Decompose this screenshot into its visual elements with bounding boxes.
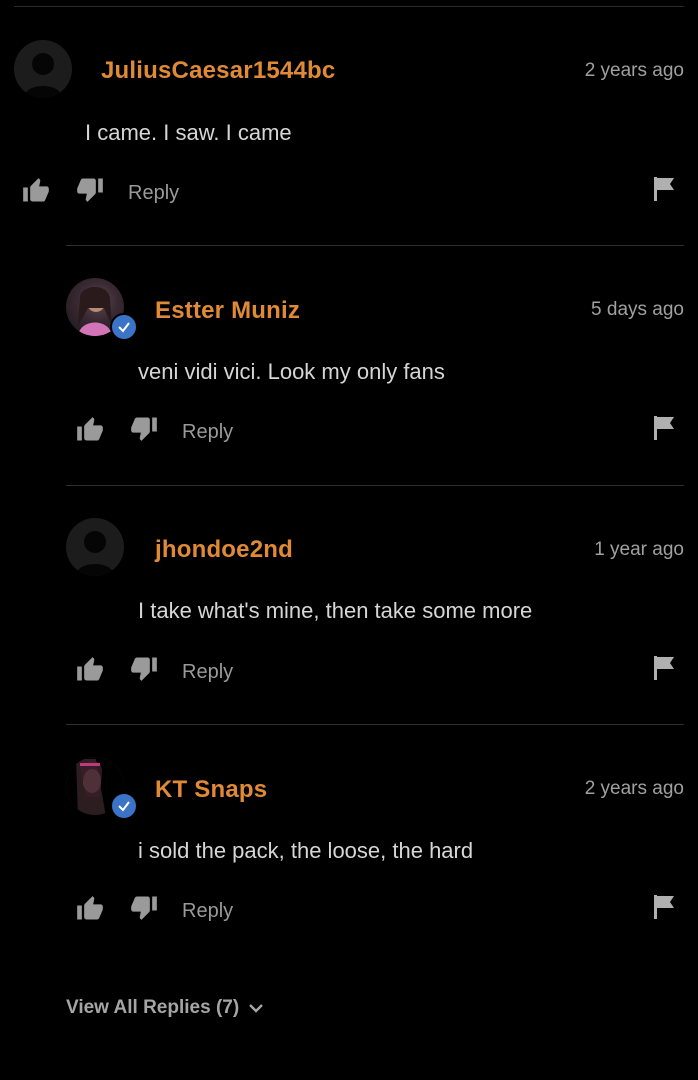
comment-text: I take what's mine, then take some more (138, 598, 533, 623)
comment-timestamp: 2 years ago (584, 60, 684, 81)
verified-check-icon (110, 792, 138, 820)
comment-username[interactable]: JuliusCaesar1544bc (101, 57, 335, 85)
verified-check-icon (110, 313, 138, 341)
view-all-replies-button[interactable]: View All Replies (7) (66, 997, 264, 1019)
comment-text: I came. I saw. I came (85, 120, 292, 145)
flag-icon[interactable] (652, 176, 676, 202)
flag-icon[interactable] (652, 655, 676, 681)
reply-button[interactable]: Reply (182, 661, 233, 684)
default-avatar-icon[interactable] (14, 40, 72, 98)
reply-button[interactable]: Reply (182, 421, 233, 444)
flag-icon[interactable] (652, 415, 676, 441)
reply-button[interactable]: Reply (128, 182, 179, 205)
thumbs-up-icon[interactable] (76, 416, 104, 444)
thumbs-up-icon[interactable] (22, 177, 50, 205)
flag-icon[interactable] (652, 894, 676, 920)
reply-button[interactable]: Reply (182, 900, 233, 923)
comment-divider (66, 245, 684, 246)
chevron-down-icon (249, 1004, 264, 1013)
thumbs-down-icon[interactable] (130, 414, 158, 442)
comment-timestamp: 2 years ago (584, 778, 684, 799)
view-all-replies-label: View All Replies (7) (66, 997, 240, 1018)
thumbs-up-icon[interactable] (76, 656, 104, 684)
thumbs-up-icon[interactable] (76, 895, 104, 923)
comment-divider (66, 724, 684, 725)
comment-username[interactable]: KT Snaps (155, 776, 267, 804)
comment-text: veni vidi vici. Look my only fans (138, 359, 445, 384)
comment-username[interactable]: Estter Muniz (155, 297, 300, 325)
comment-text: i sold the pack, the loose, the hard (138, 838, 474, 863)
comment-username[interactable]: jhondoe2nd (155, 536, 293, 564)
top-divider (14, 6, 684, 7)
thumbs-down-icon[interactable] (76, 175, 104, 203)
thumbs-down-icon[interactable] (130, 893, 158, 921)
comment-timestamp: 5 days ago (591, 299, 684, 320)
default-avatar-icon[interactable] (66, 518, 124, 576)
comment-timestamp: 1 year ago (594, 539, 684, 560)
thumbs-down-icon[interactable] (130, 654, 158, 682)
comment-divider (66, 485, 684, 486)
